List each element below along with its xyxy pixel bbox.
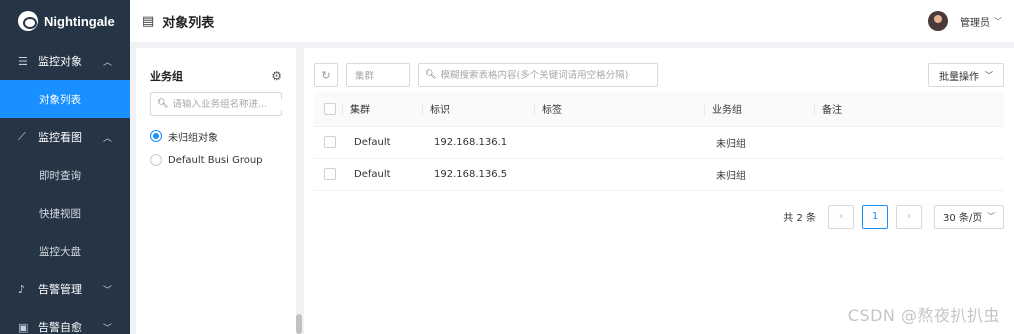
chevron-down-icon: ﹀	[102, 323, 112, 334]
cell-note	[814, 126, 1004, 159]
chart-icon: ⟋	[18, 130, 26, 143]
row-checkbox[interactable]	[324, 168, 336, 180]
total-count: 共 2 条	[783, 213, 816, 224]
business-group-search[interactable]: 🔍︎	[150, 92, 291, 116]
sidebar-group-monitor-views[interactable]: ⟋ 监控看图 ︿	[0, 118, 130, 156]
list-icon: ▤	[142, 13, 155, 29]
sidebar-group-alarm-management[interactable]: ♪ 告警管理 ﹀	[0, 270, 130, 308]
brand-name: Nightingale	[44, 13, 115, 29]
refresh-icon: ↻	[321, 68, 331, 82]
cell-tags	[534, 158, 704, 191]
search-icon: 🔍︎	[157, 99, 169, 109]
sidebar-group-label: 监控对象	[38, 55, 82, 68]
prev-page-button[interactable]: ‹	[828, 204, 854, 229]
page-size-label: 30 条/页	[943, 213, 983, 224]
search-icon: 🔍︎	[425, 70, 437, 80]
scrollbar-thumb[interactable]	[296, 314, 302, 334]
chevron-down-icon[interactable]: ﹀	[994, 16, 1002, 27]
cell-cluster: Default	[342, 126, 422, 159]
column-header-note: 备注	[814, 92, 1004, 127]
sidebar-group-alarm-self-heal[interactable]: ▣ 告警自愈 ﹀	[0, 308, 130, 334]
table-search[interactable]: 🔍︎	[418, 63, 658, 87]
chevron-down-icon: ﹀	[987, 212, 995, 221]
column-header-tags: 标签	[534, 92, 704, 127]
sidebar-group-label: 告警自愈	[38, 321, 82, 334]
cell-tags	[534, 126, 704, 159]
avatar[interactable]	[928, 11, 948, 31]
table-header-row: 集群 标识 标签 业务组 备注	[314, 92, 1004, 127]
alarm-icon: ♪	[18, 282, 26, 296]
object-table: 集群 标识 标签 业务组 备注 Default 192.168.136.1 未归…	[314, 92, 1004, 191]
toolbar: ↻ 集群 🔍︎ 批量操作 ﹀	[314, 62, 1004, 88]
group-option-label: Default Busi Group	[168, 154, 263, 166]
chevron-left-icon: ‹	[839, 211, 843, 222]
cell-note	[814, 158, 1004, 191]
bulk-actions-button[interactable]: 批量操作 ﹀	[928, 63, 1004, 87]
business-group-search-input[interactable]	[172, 98, 291, 110]
business-group-panel: 业务组 ⚙ 🔍︎ 未归组对象 Default Busi Group	[136, 48, 296, 334]
sidebar-group-label: 监控看图	[38, 131, 82, 144]
table-row[interactable]: Default 192.168.136.1 未归组	[314, 126, 1004, 159]
group-option-label: 未归组对象	[168, 132, 218, 144]
sidebar-item-quick-view[interactable]: 快捷视图	[0, 194, 130, 232]
group-option-default-busi-group[interactable]: Default Busi Group	[150, 148, 282, 172]
refresh-button[interactable]: ↻	[314, 63, 338, 87]
sidebar-item-instant-query[interactable]: 即时查询	[0, 156, 130, 194]
logo[interactable]: Nightingale	[0, 0, 130, 42]
table-row[interactable]: Default 192.168.136.5 未归组	[314, 158, 1004, 191]
radio-unchecked[interactable]	[150, 154, 162, 166]
page-size-select[interactable]: 30 条/页 ﹀	[934, 204, 1004, 229]
chevron-down-icon: ﹀	[985, 70, 993, 80]
column-header-cluster: 集群	[342, 92, 422, 127]
radio-checked[interactable]	[150, 130, 162, 142]
cluster-select[interactable]: 集群	[346, 63, 410, 87]
cell-business-group: 未归组	[704, 158, 814, 191]
cell-ident: 192.168.136.5	[422, 158, 534, 191]
cell-cluster: Default	[342, 158, 422, 191]
watermark: CSDN @熬夜扒扒虫	[847, 306, 1000, 325]
sidebar-item-dashboard[interactable]: 监控大盘	[0, 232, 130, 270]
select-all-checkbox[interactable]	[324, 102, 336, 115]
column-header-ident: 标识	[422, 92, 534, 127]
object-list-panel: ↻ 集群 🔍︎ 批量操作 ﹀ 集群 标识 标签 业务组 备注 Defau	[304, 48, 1014, 334]
page-title: 对象列表	[162, 15, 215, 31]
gear-icon[interactable]: ⚙	[271, 69, 282, 83]
next-page-button[interactable]: ›	[896, 204, 922, 229]
cell-ident: 192.168.136.1	[422, 126, 534, 159]
sidebar-group-label: 告警管理	[38, 283, 82, 296]
sidebar: Nightingale ☰ 监控对象 ︿ 对象列表 ⟋ 监控看图 ︿ 即时查询 …	[0, 0, 130, 334]
cell-business-group: 未归组	[704, 126, 814, 159]
username[interactable]: 管理员	[960, 14, 990, 29]
pagination: 共 2 条 ‹ 1 › 30 条/页 ﹀	[314, 204, 1004, 229]
header: ▤ 对象列表 管理员 ﹀	[130, 0, 1014, 42]
bulk-actions-label: 批量操作	[939, 71, 979, 83]
logo-icon	[18, 11, 38, 31]
row-checkbox[interactable]	[324, 136, 336, 148]
table-search-input[interactable]	[440, 69, 651, 81]
chevron-up-icon: ︿	[102, 57, 112, 68]
column-header-business-group: 业务组	[704, 92, 814, 127]
business-group-title: 业务组	[150, 70, 183, 83]
chevron-right-icon: ›	[907, 211, 911, 222]
sidebar-item-object-list[interactable]: 对象列表	[0, 80, 130, 118]
chevron-down-icon: ﹀	[102, 285, 112, 296]
chevron-up-icon: ︿	[102, 133, 112, 144]
group-option-ungrouped[interactable]: 未归组对象	[150, 124, 282, 148]
self-heal-icon: ▣	[18, 320, 29, 334]
sidebar-group-monitor-objects[interactable]: ☰ 监控对象 ︿	[0, 42, 130, 80]
page-button-current[interactable]: 1	[862, 204, 888, 229]
list-icon: ☰	[18, 54, 28, 68]
